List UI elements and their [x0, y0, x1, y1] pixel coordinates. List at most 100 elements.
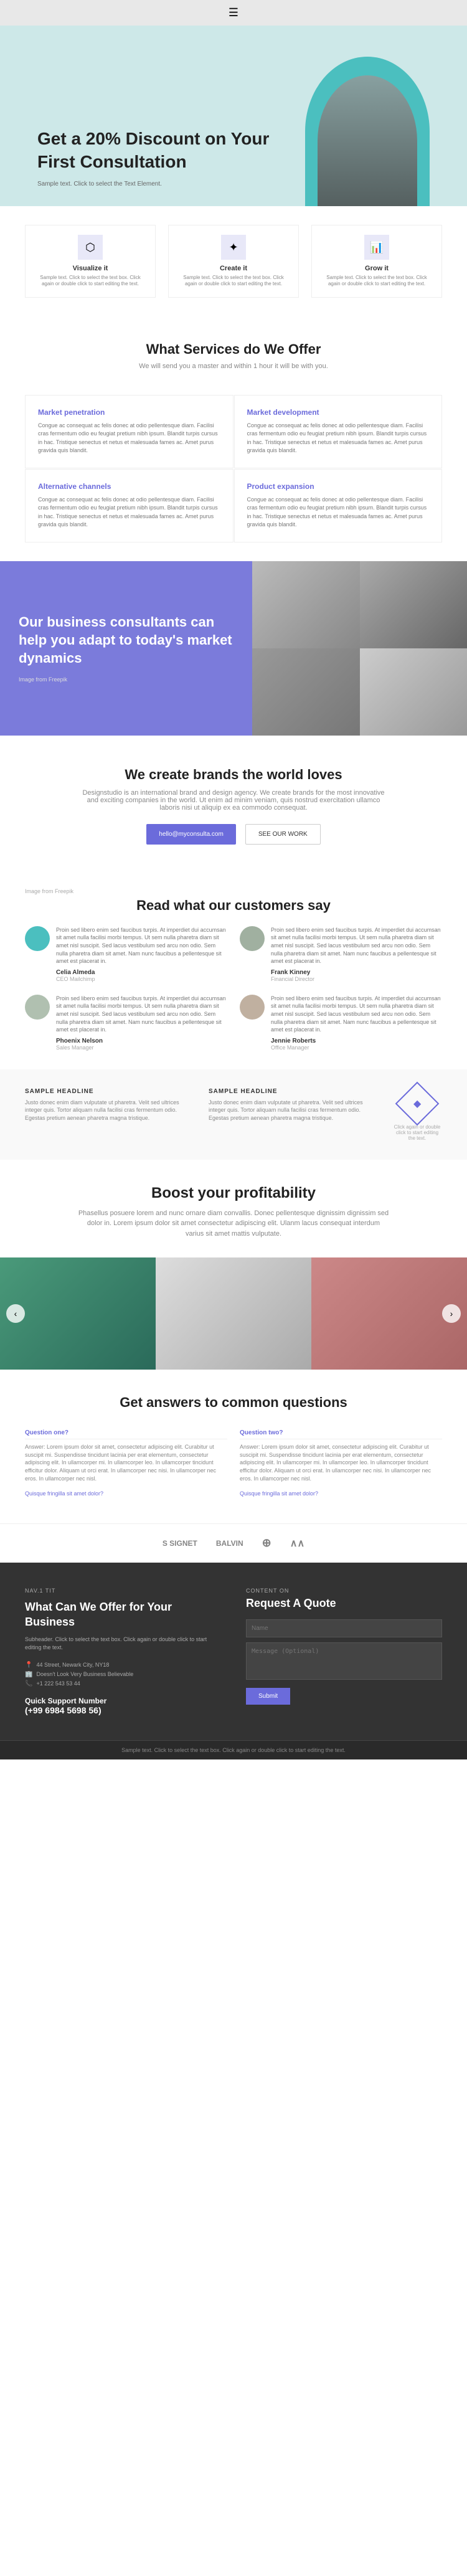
faq-section: Get answers to common questions Question… — [0, 1370, 467, 1523]
testimonial-name-4: Jennie Roberts — [271, 1038, 442, 1044]
alternative-channels-desc: Congue ac consequat ac felis donec at od… — [38, 496, 220, 529]
diamond-icon: ◆ — [395, 1081, 440, 1125]
location-icon: 📍 — [25, 1662, 32, 1669]
footer-phone: 📞 +1 222 543 53 44 — [25, 1680, 221, 1687]
faq-grid: Question one? Answer: Lorem ipsum dolor … — [25, 1429, 442, 1499]
service-card-alternative-channels: Alternative channels Congue ac consequat… — [25, 469, 234, 542]
phone-icon: 📞 — [25, 1680, 32, 1687]
footer-offer-description: Subheader. Click to select the text box.… — [25, 1636, 221, 1652]
sample-left-headline: SAMPLE HEADLINE — [25, 1088, 196, 1095]
market-development-desc: Congue ac consequat ac felis donec at od… — [247, 422, 430, 455]
footer-right: CONTENT ON Request A Quote Submit — [246, 1588, 442, 1715]
footer-address-1: 📍 44 Street, Newark City, NY18 — [25, 1662, 221, 1669]
faq-answer-1: Answer: Lorem ipsum dolor sit amet, cons… — [25, 1443, 227, 1482]
brands-section: We create brands the world loves Designs… — [0, 736, 467, 863]
faq-answer-2: Answer: Lorem ipsum dolor sit amet, cons… — [240, 1443, 442, 1482]
visualize-desc: Sample text. Click to select the text bo… — [35, 275, 146, 288]
consultant-image-2 — [360, 561, 467, 648]
testimonial-name-3: Phoenix Nelson — [56, 1038, 227, 1044]
faq-link-1[interactable]: Quisque fringilla sit amet dolor? — [25, 1490, 103, 1497]
faq-question-2: Question two? — [240, 1429, 442, 1439]
service-icon-visualize: ⬡ Visualize it Sample text. Click to sel… — [25, 225, 156, 298]
testimonial-avatar-1 — [25, 926, 50, 951]
testimonial-role-1: CEO Mailchimp — [56, 976, 227, 982]
logo-signet: S SIGNET — [163, 1539, 197, 1548]
footer-message-input[interactable] — [246, 1642, 442, 1680]
footer-form: Submit — [246, 1619, 442, 1705]
contact-button[interactable]: hello@myconsulta.com — [146, 824, 236, 845]
consultants-images — [252, 561, 467, 736]
testimonials-section: Image from Freepik Read what our custome… — [0, 863, 467, 1069]
footer-form-title: Request A Quote — [246, 1597, 442, 1610]
testimonial-avatar-4 — [240, 995, 265, 1020]
product-expansion-title: Product expansion — [247, 482, 430, 491]
footer-bottom-text: Sample text. Click to select the text bo… — [25, 1747, 442, 1753]
testimonial-1: Proin sed libero enim sed faucibus turpi… — [25, 926, 227, 982]
faq-title: Get answers to common questions — [25, 1395, 442, 1411]
footer: NAV.1 TIT What Can We Offer for Your Bus… — [0, 1563, 467, 1740]
carousel-prev-button[interactable]: ‹ — [6, 1304, 25, 1323]
faq-item-1: Question one? Answer: Lorem ipsum dolor … — [25, 1429, 227, 1499]
consultant-image-1 — [252, 561, 360, 648]
market-penetration-title: Market penetration — [38, 408, 220, 417]
sample-left: SAMPLE HEADLINE Justo donec enim diam vu… — [25, 1088, 196, 1122]
grow-desc: Sample text. Click to select the text bo… — [321, 275, 432, 288]
testimonial-text-3: Proin sed libero enim sed faucibus turpi… — [56, 995, 227, 1034]
testimonial-text-2: Proin sed libero enim sed faucibus turpi… — [271, 926, 442, 965]
testimonial-text-1: Proin sed libero enim sed faucibus turpi… — [56, 926, 227, 965]
testimonial-avatar-2 — [240, 926, 265, 951]
consultants-text-area: Our business consultants can help you ad… — [0, 561, 252, 736]
sample-icon-hint: Click again or double click to start edi… — [392, 1124, 442, 1141]
sample-right: SAMPLE HEADLINE Justo donec enim diam vu… — [209, 1088, 380, 1122]
footer-submit-button[interactable]: Submit — [246, 1688, 290, 1705]
service-icon-grow: 📊 Grow it Sample text. Click to select t… — [311, 225, 442, 298]
testimonials-title: Read what our customers say — [25, 897, 442, 914]
footer-name-input[interactable] — [246, 1619, 442, 1637]
sample-right-headline: SAMPLE HEADLINE — [209, 1088, 380, 1095]
boost-description: Phasellus posuere lorem and nunc ornare … — [78, 1208, 389, 1239]
sample-right-text: Justo donec enim diam vulputate ut phare… — [209, 1099, 380, 1122]
faq-link-2[interactable]: Quisque fringilla sit amet dolor? — [240, 1490, 318, 1497]
hero-image — [305, 57, 430, 206]
boost-section: Boost your profitability Phasellus posue… — [0, 1160, 467, 1258]
logo-mountains: ∧∧ — [290, 1537, 304, 1550]
see-work-button[interactable]: SEE OUR WORK — [245, 824, 321, 845]
hero-text: Get a 20% Discount on Your First Consult… — [37, 128, 305, 206]
create-title: Create it — [178, 265, 289, 272]
footer-nav-label: NAV.1 TIT — [25, 1588, 221, 1594]
market-penetration-desc: Congue ac consequat ac felis donec at od… — [38, 422, 220, 455]
sample-icon-area: ◆ Click again or double click to start e… — [392, 1088, 442, 1141]
boost-title: Boost your profitability — [25, 1185, 442, 1202]
hamburger-icon[interactable]: ☰ — [229, 6, 238, 19]
testimonial-avatar-3 — [25, 995, 50, 1020]
testimonial-name-1: Celia Almeda — [56, 969, 227, 976]
alternative-channels-title: Alternative channels — [38, 482, 220, 491]
faq-question-1: Question one? — [25, 1429, 227, 1439]
testimonial-3: Proin sed libero enim sed faucibus turpi… — [25, 995, 227, 1051]
testimonial-role-4: Office Manager — [271, 1044, 442, 1051]
service-card-product-expansion: Product expansion Congue ac consequat ac… — [234, 469, 443, 542]
consultants-image-note: Image from Freepik — [19, 676, 234, 683]
hero-subtitle: Sample text. Click to select the Text El… — [37, 181, 305, 187]
logo-balvin: BALVIN — [216, 1539, 243, 1548]
market-development-title: Market development — [247, 408, 430, 417]
testimonial-4: Proin sed libero enim sed faucibus turpi… — [240, 995, 442, 1051]
services-subtitle: We will send you a master and within 1 h… — [25, 362, 442, 370]
visualize-title: Visualize it — [35, 265, 146, 272]
brands-description: Designstudio is an international brand a… — [78, 789, 389, 812]
sample-left-text: Justo donec enim diam vulputate ut phare… — [25, 1099, 196, 1122]
footer-left: NAV.1 TIT What Can We Offer for Your Bus… — [25, 1588, 221, 1715]
service-card-market-penetration: Market penetration Congue ac consequat a… — [25, 395, 234, 468]
brands-title: We create brands the world loves — [25, 767, 442, 783]
testimonial-name-2: Frank Kinney — [271, 969, 442, 976]
services-section: What Services do We Offer We will send y… — [0, 316, 467, 389]
footer-quick-support-label: Quick Support Number — [25, 1697, 221, 1705]
consultant-image-3 — [252, 648, 360, 736]
testimonial-2: Proin sed libero enim sed faucibus turpi… — [240, 926, 442, 982]
testimonial-text-4: Proin sed libero enim sed faucibus turpi… — [271, 995, 442, 1034]
location-icon-2: 🏢 — [25, 1671, 32, 1678]
grow-icon: 📊 — [364, 235, 389, 260]
product-expansion-desc: Congue ac consequat ac felis donec at od… — [247, 496, 430, 529]
create-icon: ✦ — [221, 235, 246, 260]
carousel-next-button[interactable]: › — [442, 1304, 461, 1323]
